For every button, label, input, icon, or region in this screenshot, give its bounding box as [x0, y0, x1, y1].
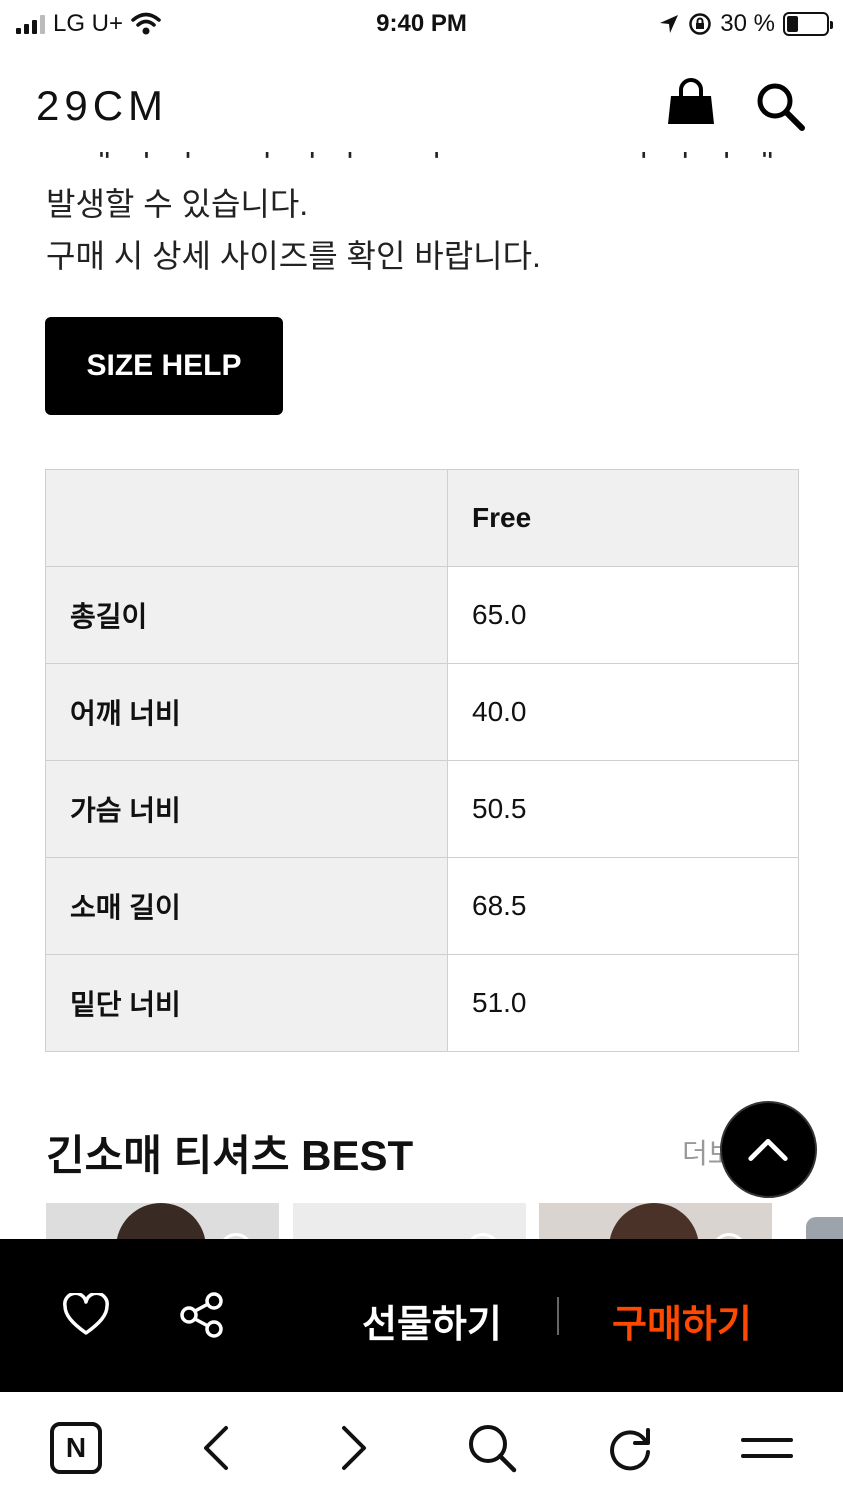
table-row: 어깨 너비 40.0	[45, 663, 799, 761]
buy-button[interactable]: 구매하기	[612, 1293, 752, 1348]
location-arrow-icon	[660, 15, 679, 33]
action-divider	[557, 1297, 559, 1335]
size-description: 발생할 수 있습니다. 구매 시 상세 사이즈를 확인 바랍니다.	[46, 178, 541, 282]
description-line: 구매 시 상세 사이즈를 확인 바랍니다.	[46, 238, 541, 274]
description-line: 발생할 수 있습니다.	[46, 186, 309, 222]
measure-value: 40.0	[447, 663, 799, 761]
heart-icon[interactable]	[62, 1293, 110, 1337]
table-header-size: Free	[447, 469, 799, 567]
best-section-title: 긴소매 티셔츠 BEST	[46, 1132, 414, 1179]
size-table: Free 총길이 65.0 어깨 너비 40.0 가슴 너비 50.5 소매 길…	[45, 469, 799, 1052]
table-header-empty	[45, 469, 448, 567]
search-icon[interactable]	[466, 1422, 518, 1474]
battery-percent: 30 %	[720, 10, 775, 37]
rotation-lock-icon	[689, 13, 712, 35]
measure-label: 소매 길이	[45, 857, 448, 955]
table-row: 소매 길이 68.5	[45, 857, 799, 955]
measure-value: 51.0	[447, 954, 799, 1052]
menu-icon[interactable]	[740, 1422, 794, 1474]
size-help-button[interactable]: SIZE HELP	[45, 317, 283, 415]
refresh-icon[interactable]	[604, 1422, 656, 1474]
table-row: 밑단 너비 51.0	[45, 954, 799, 1052]
battery-icon	[783, 12, 833, 36]
gift-button[interactable]: 선물하기	[362, 1293, 502, 1348]
naver-home-icon[interactable]: N	[50, 1422, 102, 1474]
measure-label: 밑단 너비	[45, 954, 448, 1052]
measure-value: 68.5	[447, 857, 799, 955]
measure-label: 어깨 너비	[45, 663, 448, 761]
brand-logo[interactable]: 29CM	[36, 82, 168, 130]
app-header: 29CM	[0, 56, 843, 152]
measure-value: 65.0	[447, 566, 799, 664]
table-row: 총길이 65.0	[45, 566, 799, 664]
measure-value: 50.5	[447, 760, 799, 858]
measure-label: 가슴 너비	[45, 760, 448, 858]
forward-icon[interactable]	[336, 1422, 372, 1474]
status-right: 30 %	[658, 10, 833, 38]
browser-toolbar: N	[0, 1392, 843, 1500]
purchase-action-bar: 선물하기 구매하기	[0, 1239, 843, 1392]
scroll-to-top-button[interactable]	[720, 1101, 817, 1198]
measure-label: 총길이	[45, 566, 448, 664]
shopping-bag-icon[interactable]	[664, 78, 718, 132]
back-icon[interactable]	[198, 1422, 234, 1474]
table-row: 가슴 너비 50.5	[45, 760, 799, 858]
share-icon[interactable]	[178, 1291, 226, 1339]
search-icon[interactable]	[752, 78, 808, 134]
status-bar: LG U+ 9:40 PM 30 %	[0, 0, 843, 48]
table-header-row: Free	[45, 469, 799, 567]
